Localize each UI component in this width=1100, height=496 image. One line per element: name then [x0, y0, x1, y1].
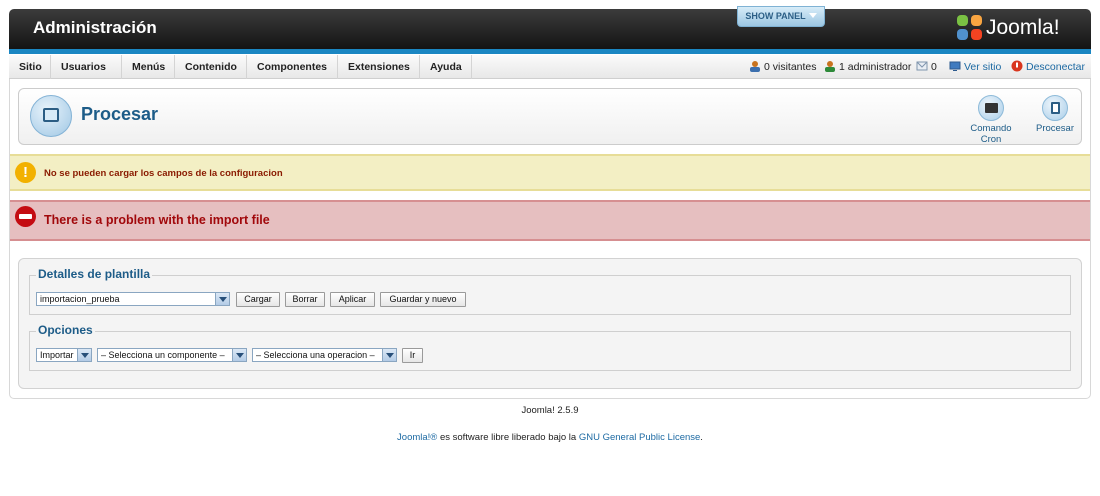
go-button[interactable]: Ir	[402, 348, 423, 363]
messages-status[interactable]: 0	[916, 55, 937, 79]
admin-header: Administración	[9, 9, 1091, 49]
operation-select-value: – Selecciona una operacion –	[256, 350, 375, 360]
page-toolbar: Procesar Comando Cron Procesar	[18, 88, 1082, 145]
cron-command-button[interactable]: Comando Cron	[961, 95, 1021, 145]
admins-count: 1 administrador	[839, 61, 912, 73]
visitors-count: 0 visitantes	[764, 61, 817, 73]
cron-command-icon	[978, 95, 1004, 121]
view-site-label: Ver sitio	[964, 61, 1002, 73]
warning-message: ! No se pueden cargar los campos de la c…	[9, 154, 1091, 191]
options-fieldset: Opciones Importar – Selecciona un compon…	[29, 323, 1071, 371]
load-button[interactable]: Cargar	[236, 292, 280, 307]
visitors-icon	[750, 61, 760, 72]
error-icon	[15, 206, 36, 227]
monitor-icon	[949, 61, 961, 71]
process-page-icon	[30, 95, 72, 137]
menu-item-ayuda[interactable]: Ayuda	[420, 55, 472, 79]
template-select-value: importacion_prueba	[40, 294, 120, 304]
show-panel-button[interactable]: SHOW PANEL	[737, 6, 825, 27]
component-select[interactable]: – Selecciona un componente –	[97, 348, 247, 362]
warning-icon: !	[15, 162, 36, 183]
error-message: There is a problem with the import file	[9, 200, 1091, 241]
logout-label: Desconectar	[1026, 61, 1085, 73]
menu-item-sitio[interactable]: Sitio	[9, 55, 51, 79]
menu-item-extensiones[interactable]: Extensiones	[338, 55, 420, 79]
template-select[interactable]: importacion_prueba	[36, 292, 230, 306]
template-details-legend: Detalles de plantilla	[36, 267, 153, 281]
chevron-down-icon	[808, 13, 817, 18]
header-stripe	[9, 49, 1091, 54]
footer-license: Joomla!® es software libre liberado bajo…	[0, 432, 1100, 443]
menu-item-contenido[interactable]: Contenido	[175, 55, 247, 79]
template-details-fieldset: Detalles de plantilla importacion_prueba…	[29, 267, 1071, 315]
menu-item-usuarios[interactable]: Usuarios	[51, 55, 122, 79]
admins-status: 1 administrador	[824, 55, 911, 79]
logout-icon	[1011, 60, 1023, 72]
messages-count: 0	[931, 61, 937, 73]
options-legend: Opciones	[36, 323, 95, 337]
visitors-status: 0 visitantes	[749, 55, 817, 79]
messages-icon	[916, 61, 928, 71]
menu-item-componentes[interactable]: Componentes	[247, 55, 338, 79]
chevron-down-icon	[215, 293, 229, 305]
admin-users-icon	[825, 61, 835, 72]
header-title: Administración	[33, 18, 157, 37]
apply-button[interactable]: Aplicar	[330, 292, 375, 307]
process-label: Procesar	[1035, 123, 1074, 134]
cron-command-label: Comando Cron	[970, 123, 1012, 145]
joomla-link[interactable]: Joomla!®	[397, 432, 437, 443]
operation-select[interactable]: – Selecciona una operacion –	[252, 348, 397, 362]
main-menu-bar: Sitio Usuarios Menús Contenido Component…	[9, 55, 1091, 79]
chevron-down-icon	[382, 349, 396, 361]
footer-version: Joomla! 2.5.9	[521, 405, 579, 416]
view-site-link[interactable]: Ver sitio	[949, 55, 1001, 79]
delete-button[interactable]: Borrar	[285, 292, 325, 307]
save-and-new-button[interactable]: Guardar y nuevo	[380, 292, 466, 307]
process-button[interactable]: Procesar	[1025, 95, 1085, 134]
action-select[interactable]: Importar	[36, 348, 92, 362]
chevron-down-icon	[232, 349, 246, 361]
chevron-down-icon	[77, 349, 91, 361]
joomla-logo-text: Joomla!	[986, 16, 1060, 39]
main-panel: Detalles de plantilla importacion_prueba…	[18, 258, 1082, 389]
license-period: .	[700, 432, 703, 443]
action-select-value: Importar	[40, 350, 74, 360]
warning-text: No se pueden cargar los campos de la con…	[44, 168, 283, 179]
component-select-value: – Selecciona un componente –	[101, 350, 225, 360]
joomla-logo-icon	[957, 15, 983, 41]
error-text: There is a problem with the import file	[44, 213, 270, 227]
gpl-license-link[interactable]: GNU General Public License	[579, 432, 700, 443]
page-title: Procesar	[81, 104, 159, 124]
logout-link[interactable]: Desconectar	[1011, 55, 1085, 79]
license-text: es software libre liberado bajo la	[437, 432, 579, 443]
joomla-logo: Joomla!	[957, 15, 1060, 41]
process-icon	[1042, 95, 1068, 121]
menu-item-menus[interactable]: Menús	[122, 55, 175, 79]
show-panel-label: SHOW PANEL	[745, 11, 806, 21]
